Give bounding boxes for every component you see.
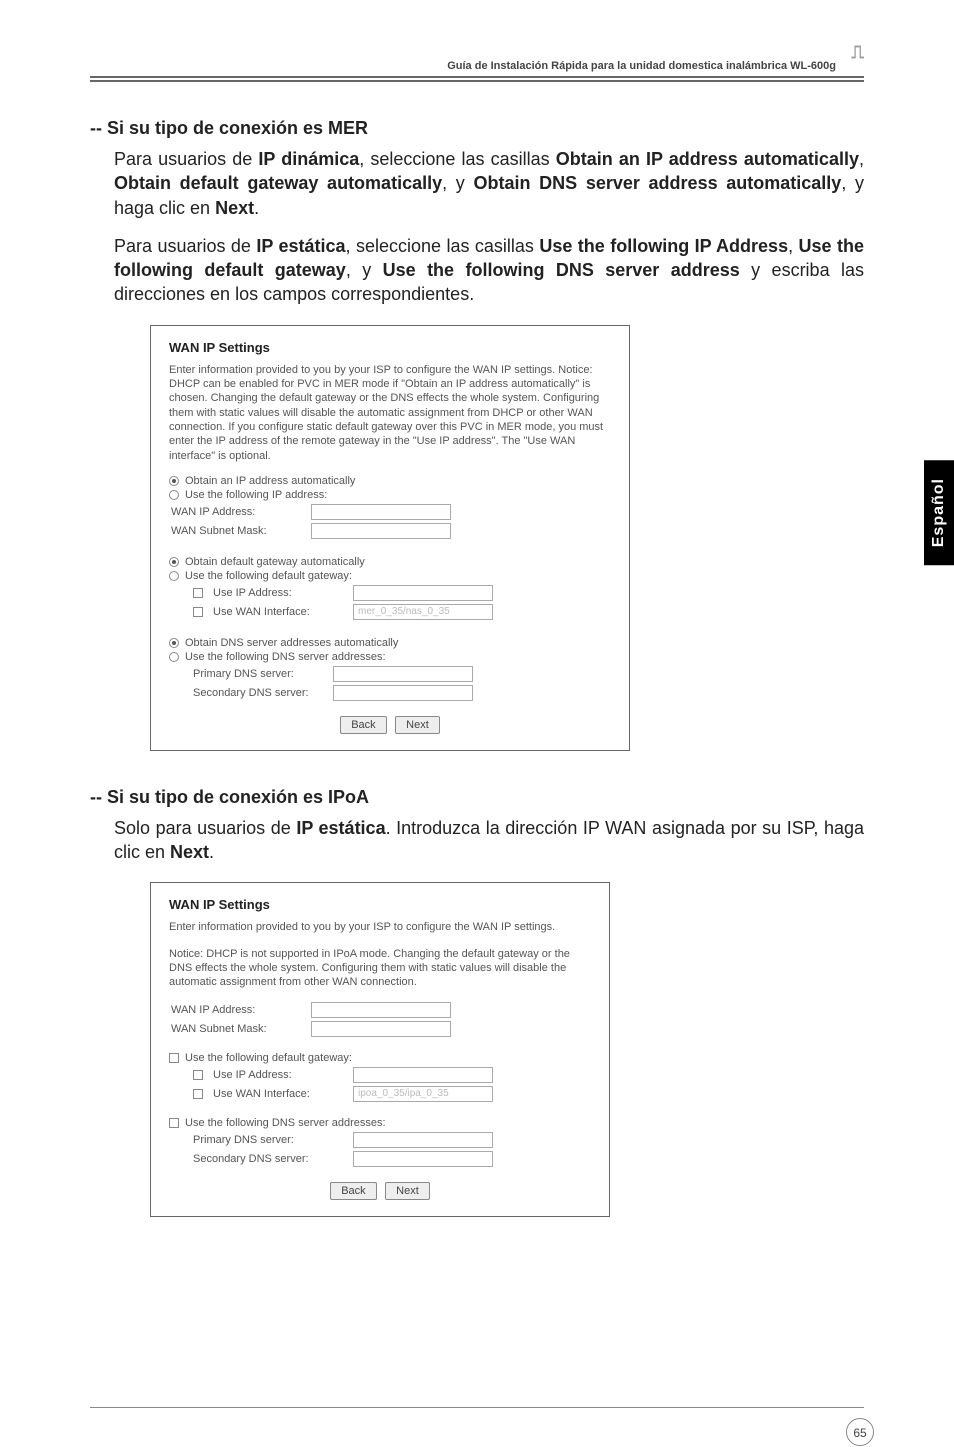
use-wan-label: Use WAN Interface:: [213, 1088, 343, 1100]
check-icon[interactable]: [193, 1070, 203, 1080]
dialog-title: WAN IP Settings: [169, 897, 591, 912]
dialog-notice: Notice: DHCP is not supported in IPoA mo…: [169, 947, 591, 990]
wan-mask-input[interactable]: [311, 1021, 451, 1037]
wan-ip-label: WAN IP Address:: [171, 1004, 301, 1016]
check-icon: [169, 1053, 179, 1063]
language-tab: Español: [924, 460, 954, 565]
radio-icon: [169, 476, 179, 486]
mer-static-paragraph: Para usuarios de IP estática, seleccione…: [114, 234, 864, 307]
radio-obtain-ip-auto[interactable]: Obtain an IP address automatically: [169, 475, 611, 487]
wan-ip-settings-ipoa-dialog: WAN IP Settings Enter information provid…: [150, 882, 610, 1216]
wan-ip-settings-mer-dialog: WAN IP Settings Enter information provid…: [150, 325, 630, 751]
doc-header-title: Guía de Instalación Rápida para la unida…: [90, 60, 864, 76]
dialog-notice: Enter information provided to you by you…: [169, 363, 611, 463]
wan-ip-label: WAN IP Address:: [171, 506, 301, 518]
radio-obtain-gw-auto[interactable]: Obtain default gateway automatically: [169, 556, 611, 568]
check-use-following-dns[interactable]: Use the following DNS server addresses:: [169, 1117, 591, 1129]
check-icon[interactable]: [193, 588, 203, 598]
radio-icon: [169, 652, 179, 662]
next-button[interactable]: Next: [395, 716, 440, 734]
wan-ip-input[interactable]: [311, 1002, 451, 1018]
radio-obtain-dns-auto[interactable]: Obtain DNS server addresses automaticall…: [169, 637, 611, 649]
header-rule: [90, 76, 864, 82]
page-number: 65: [846, 1418, 874, 1446]
use-wan-input[interactable]: [353, 604, 493, 620]
dialog-intro: Enter information provided to you by you…: [169, 920, 591, 934]
check-use-following-gw[interactable]: Use the following default gateway:: [169, 1052, 591, 1064]
radio-use-following-dns[interactable]: Use the following DNS server addresses:: [169, 651, 611, 663]
mer-dynamic-paragraph: Para usuarios de IP dinámica, seleccione…: [114, 147, 864, 220]
radio-use-following-ip[interactable]: Use the following IP address:: [169, 489, 611, 501]
section-title-ipoa: -- Si su tipo de conexión es IPoA: [90, 787, 864, 808]
use-wan-label: Use WAN Interface:: [213, 606, 343, 618]
primary-dns-label: Primary DNS server:: [193, 1134, 343, 1146]
use-ip-label: Use IP Address:: [213, 1069, 343, 1081]
primary-dns-input[interactable]: [333, 666, 473, 682]
wan-mask-label: WAN Subnet Mask:: [171, 525, 301, 537]
wan-mask-label: WAN Subnet Mask:: [171, 1023, 301, 1035]
use-ip-label: Use IP Address:: [213, 587, 343, 599]
primary-dns-label: Primary DNS server:: [193, 668, 323, 680]
use-wan-input[interactable]: [353, 1086, 493, 1102]
wan-ip-input[interactable]: [311, 504, 451, 520]
radio-icon: [169, 557, 179, 567]
dialog-title: WAN IP Settings: [169, 340, 611, 355]
back-button[interactable]: Back: [330, 1182, 376, 1200]
radio-icon: [169, 571, 179, 581]
secondary-dns-input[interactable]: [333, 685, 473, 701]
secondary-dns-label: Secondary DNS server:: [193, 687, 323, 699]
radio-use-following-gw[interactable]: Use the following default gateway:: [169, 570, 611, 582]
check-icon: [169, 1118, 179, 1128]
back-button[interactable]: Back: [340, 716, 386, 734]
use-ip-input[interactable]: [353, 1067, 493, 1083]
use-ip-input[interactable]: [353, 585, 493, 601]
secondary-dns-input[interactable]: [353, 1151, 493, 1167]
primary-dns-input[interactable]: [353, 1132, 493, 1148]
antenna-icon: ⎍: [851, 42, 864, 63]
check-icon[interactable]: [193, 1089, 203, 1099]
secondary-dns-label: Secondary DNS server:: [193, 1153, 343, 1165]
section-title-mer: -- Si su tipo de conexión es MER: [90, 118, 864, 139]
wan-mask-input[interactable]: [311, 523, 451, 539]
radio-icon: [169, 638, 179, 648]
footer-rule: 65: [90, 1407, 864, 1408]
radio-icon: [169, 490, 179, 500]
check-icon[interactable]: [193, 607, 203, 617]
ipoa-paragraph: Solo para usuarios de IP estática. Intro…: [114, 816, 864, 865]
next-button[interactable]: Next: [385, 1182, 430, 1200]
